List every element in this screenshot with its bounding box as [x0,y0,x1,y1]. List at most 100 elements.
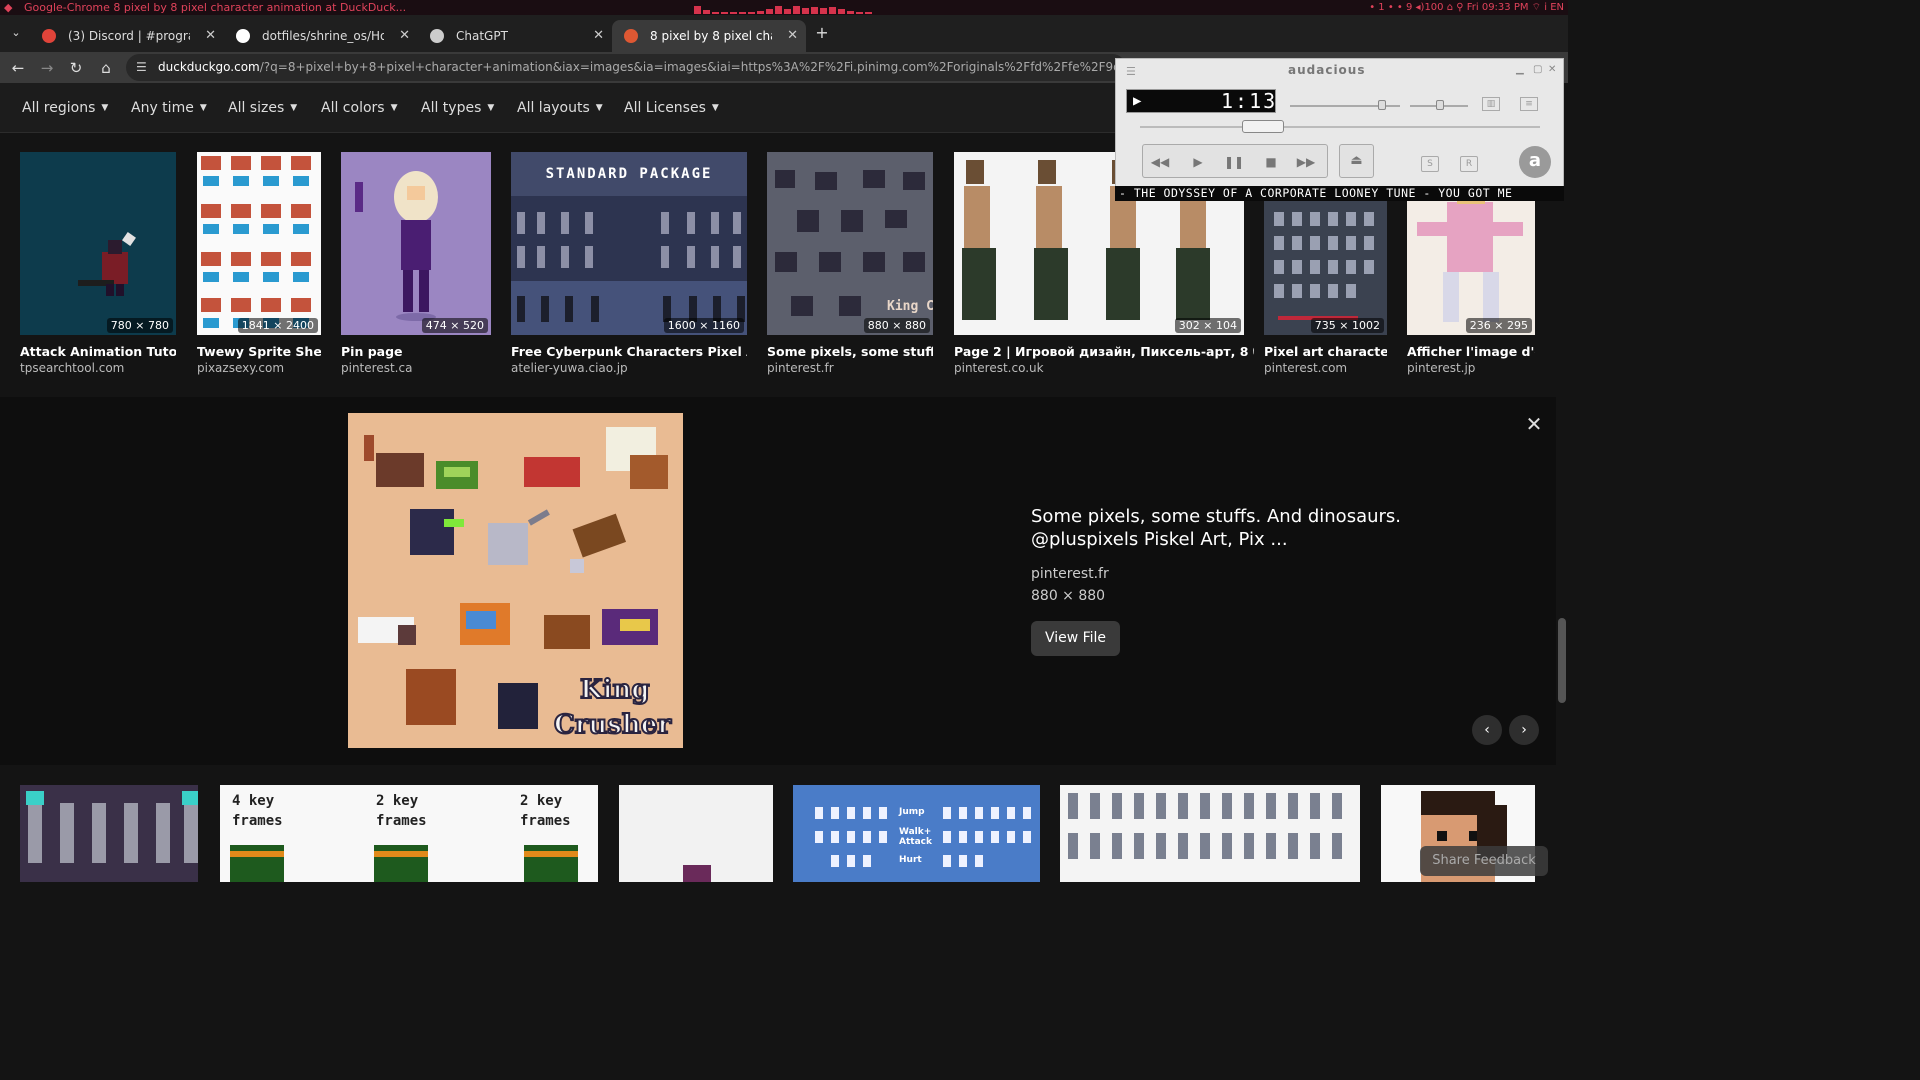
result-thumbnail[interactable]: STANDARD PACKAGE 1600 × 1160 [511,152,747,335]
song-title-marquee: - THE ODYSSEY OF A CORPORATE LOONEY TUNE… [1115,186,1564,201]
previous-track-icon[interactable]: ◀◀ [1149,153,1171,171]
tab-label: 8 pixel by 8 pixel character [650,29,772,43]
pixel-stuff-art: King Crusher [775,170,933,316]
filter-label: All types [421,100,482,116]
menu-icon[interactable]: ☰ [1126,65,1136,78]
thumbnail-logo-text: King Crusher [887,299,933,314]
close-icon[interactable]: ✕ [1524,414,1544,434]
image-dimensions: 880 × 880 [863,318,930,333]
equalizer-icon[interactable]: ▥ [1482,97,1500,111]
result-title[interactable]: Afficher l'image d'o... [1407,344,1535,359]
transport-controls: ◀◀ ▶ ❚❚ ■ ▶▶ [1142,144,1328,178]
close-icon[interactable]: ✕ [1548,64,1556,75]
minimize-icon[interactable]: ▁ [1516,64,1524,75]
result-source[interactable]: atelier-yuwa.ciao.jp [511,361,628,375]
site-info-icon[interactable]: ☰ [136,59,152,75]
result-title[interactable]: Pixel art character... [1264,344,1387,359]
result-source[interactable]: pinterest.fr [767,361,834,375]
volume-knob[interactable] [1378,100,1386,110]
scrollbar-thumb[interactable] [1558,618,1566,703]
shade-icon[interactable]: ▢ [1533,64,1542,75]
result-thumbnail[interactable]: Jump Walk+ Attack Hurt [793,785,1040,882]
pause-icon[interactable]: ❚❚ [1223,153,1245,171]
result-title[interactable]: Twewy Sprite She... [197,344,321,359]
tab-close-icon[interactable]: ✕ [399,20,410,52]
new-tab-button[interactable]: + [812,24,832,44]
tab-github[interactable]: dotfiles/shrine_os/Home/8/ ✕ [224,20,418,52]
caret-down-icon: ▼ [199,103,207,113]
eject-icon[interactable]: ⏏ [1339,144,1374,178]
system-tray[interactable]: • 1 • • 9 ◂)100 ⌂ ⚲ Fri 09:33 PM ⌔ i EN [1369,0,1564,15]
result-title[interactable]: Page 2 | Игровой дизайн, Пиксель-арт, 8 … [954,344,1254,359]
tab-discord[interactable]: (3) Discord | #programmin ✕ [30,20,224,52]
repeat-button[interactable]: R [1460,156,1478,172]
filter-time[interactable]: Any time ▼ [131,100,207,116]
result-source[interactable]: pinterest.co.uk [954,361,1044,375]
detail-image[interactable]: King Crusher [348,413,683,748]
filter-colors[interactable]: All colors ▼ [321,100,398,116]
filter-sizes[interactable]: All sizes ▼ [228,100,297,116]
chatgpt-favicon-icon [430,29,444,43]
result-title[interactable]: Pin page [341,344,491,359]
stop-icon[interactable]: ■ [1260,153,1282,171]
image-dimensions: 735 × 1002 [1310,318,1384,333]
filter-licenses[interactable]: All Licenses ▼ [624,100,719,116]
play-icon[interactable]: ▶ [1187,153,1209,171]
view-file-button[interactable]: View File [1031,621,1120,656]
playlist-icon[interactable]: ≡ [1520,97,1538,111]
filter-types[interactable]: All types ▼ [421,100,494,116]
image-dimensions: 1600 × 1160 [663,318,744,333]
result-thumbnail[interactable] [619,785,773,882]
result-source[interactable]: tpsearchtool.com [20,361,124,375]
result-title[interactable]: Some pixels, some stuffs. ... [767,344,933,359]
seek-bar[interactable] [1140,126,1540,128]
address-bar[interactable]: ☰ duckduckgo.com/?q=8+pixel+by+8+pixel+c… [126,54,1126,81]
discord-favicon-icon [42,29,56,43]
share-feedback-button[interactable]: Share Feedback [1420,846,1548,876]
next-image-icon[interactable]: › [1509,715,1539,745]
tab-chatgpt[interactable]: ChatGPT ✕ [418,20,612,52]
result-thumbnail[interactable]: King Crusher 880 × 880 [767,152,933,335]
detail-source[interactable]: pinterest.fr [1031,566,1109,582]
page-scrollbar[interactable] [1556,83,1568,882]
result-thumbnail[interactable]: 1841 × 2400 [197,152,321,335]
result-source[interactable]: pinterest.com [1264,361,1347,375]
balance-knob[interactable] [1436,100,1444,110]
tab-search-button[interactable]: ⌄ [6,23,26,43]
result-source[interactable]: pinterest.ca [341,361,412,375]
result-source[interactable]: pinterest.jp [1407,361,1475,375]
result-thumbnail[interactable]: 474 × 520 [341,152,491,335]
thumbnail-banner: STANDARD PACKAGE [511,152,747,196]
previous-image-icon[interactable]: ‹ [1472,715,1502,745]
filter-regions[interactable]: All regions ▼ [22,100,108,116]
filter-layouts[interactable]: All layouts ▼ [517,100,603,116]
result-source[interactable]: pixazsexy.com [197,361,284,375]
tab-label: ChatGPT [456,29,508,43]
tab-close-icon[interactable]: ✕ [787,20,798,52]
tab-duckduckgo[interactable]: 8 pixel by 8 pixel character ✕ [612,20,806,52]
reload-icon[interactable]: ↻ [64,56,88,80]
back-arrow-icon[interactable]: ← [6,56,30,80]
forward-arrow-icon[interactable]: → [35,56,59,80]
king-crusher-logo-text: King [580,675,650,705]
next-track-icon[interactable]: ▶▶ [1295,153,1317,171]
result-title[interactable]: Free Cyberpunk Characters Pixel Art I... [511,344,747,359]
result-title[interactable]: Attack Animation Tutori... [20,344,176,359]
shuffle-button[interactable]: S [1421,156,1439,172]
time-display[interactable]: ▶ 1:13 [1126,89,1276,113]
tab-close-icon[interactable]: ✕ [593,20,604,52]
wm-menu-icon[interactable]: ◆ [4,0,12,15]
result-thumbnail[interactable]: 4 key frames 2 key frames 2 key frames [220,785,598,882]
result-thumbnail[interactable] [1060,785,1360,882]
detail-title: Some pixels, some stuffs. And dinosaurs.… [1031,506,1402,550]
result-thumbnail[interactable] [20,785,198,882]
tab-close-icon[interactable]: ✕ [205,20,216,52]
player-titlebar[interactable]: ☰ audacious ▁ ▢ ✕ [1116,59,1563,83]
caret-down-icon: ▼ [595,103,603,113]
result-thumbnail[interactable]: 780 × 780 [20,152,176,335]
home-icon[interactable]: ⌂ [94,56,118,80]
audio-visualizer [694,6,872,14]
tab-label: (3) Discord | #programmin [68,29,190,43]
audacious-logo-icon[interactable]: a [1519,146,1551,178]
seek-knob[interactable] [1242,120,1284,133]
